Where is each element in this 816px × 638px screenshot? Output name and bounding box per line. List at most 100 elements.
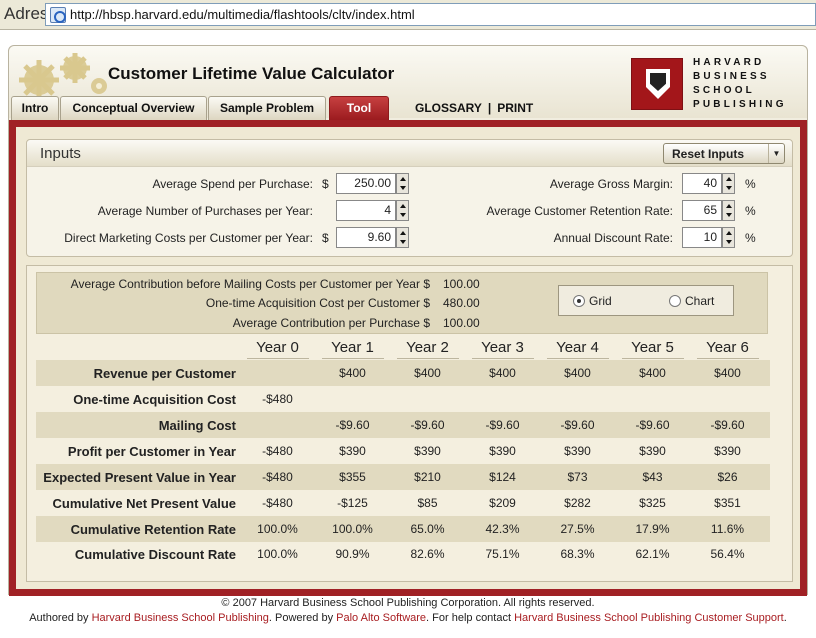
table-cell: $209 <box>489 496 516 510</box>
table-cell: $124 <box>489 470 516 484</box>
tab-intro[interactable]: Intro <box>11 96 59 120</box>
table-cell: $400 <box>414 366 441 380</box>
summary-value: 100.00 <box>443 277 480 291</box>
table-cell: $85 <box>417 496 438 510</box>
row-label: Revenue per Customer <box>93 366 236 381</box>
tab-tool[interactable]: Tool <box>329 96 389 120</box>
year-header: Year 1 <box>331 339 374 356</box>
table-cell: $400 <box>489 366 516 380</box>
gross-margin-field[interactable]: 40 <box>682 173 722 194</box>
table-cell: 100.0% <box>257 522 298 536</box>
table-cell: $390 <box>564 444 591 458</box>
percent-unit: % <box>745 177 756 191</box>
table-cell: -$9.60 <box>485 418 520 432</box>
summary-value: 100.00 <box>443 316 480 330</box>
year-header: Year 2 <box>406 339 449 356</box>
table-cell: $390 <box>639 444 666 458</box>
address-bar: Adres http://hbsp.harvard.edu/multimedia… <box>0 0 816 30</box>
glossary-link[interactable]: GLOSSARY <box>415 101 482 115</box>
inputs-panel: Inputs Reset Inputs ▼ Average Spend per … <box>26 139 793 257</box>
year-header: Year 0 <box>256 339 299 356</box>
table-cell: 82.6% <box>410 547 445 561</box>
table-cell: -$9.60 <box>335 418 370 432</box>
logo-line: PUBLISHING <box>693 99 787 110</box>
table-cell: -$9.60 <box>710 418 745 432</box>
purchases-per-year-field[interactable]: 4 <box>336 200 396 221</box>
header-links: GLOSSARY | PRINT <box>415 101 533 115</box>
table-row: Cumulative Net Present Value -$480 -$125 $8… <box>36 490 770 516</box>
input-row-retention: Average Customer Retention Rate: <box>427 200 673 222</box>
currency-symbol: $ <box>322 231 329 245</box>
discount-stepper-icon[interactable] <box>722 227 735 248</box>
logo-line: HARVARD <box>693 57 765 68</box>
table-cell: $210 <box>414 470 441 484</box>
table-row: Expected Present Value in Year -$480 $355 $… <box>36 464 770 490</box>
table-cell: 65.0% <box>410 522 445 536</box>
table-cell: $400 <box>339 366 366 380</box>
tab-sample-problem[interactable]: Sample Problem <box>208 96 326 120</box>
radio-empty-icon <box>669 295 681 307</box>
chart-radio[interactable]: Chart <box>669 294 714 308</box>
year-header: Year 3 <box>481 339 524 356</box>
marketing-stepper-icon[interactable] <box>396 227 409 248</box>
input-row-discount: Annual Discount Rate: <box>427 227 673 249</box>
table-cell: $390 <box>414 444 441 458</box>
year-underline <box>472 358 534 359</box>
dropdown-arrow-icon[interactable]: ▼ <box>768 144 784 163</box>
table-cell: -$9.60 <box>410 418 445 432</box>
table-row: Mailing Cost -$9.60 -$9.60 -$9.60 -$9.60 -$9.… <box>36 412 770 438</box>
tab-conceptual-overview[interactable]: Conceptual Overview <box>60 96 207 120</box>
table-cell: $26 <box>717 470 738 484</box>
table-cell: 100.0% <box>257 547 298 561</box>
table-cell: -$480 <box>262 496 293 510</box>
discount-rate-field[interactable]: 10 <box>682 227 722 248</box>
table-cell: $400 <box>639 366 666 380</box>
table-cell: 62.1% <box>635 547 670 561</box>
year-header: Year 6 <box>706 339 749 356</box>
reset-inputs-button[interactable]: Reset Inputs ▼ <box>663 143 785 164</box>
year-underline <box>322 358 384 359</box>
url-input[interactable]: http://hbsp.harvard.edu/multimedia/flash… <box>45 3 816 26</box>
row-label: Cumulative Retention Rate <box>70 522 236 537</box>
percent-unit: % <box>745 204 756 218</box>
purchases-stepper-icon[interactable] <box>396 200 409 221</box>
input-row-marketing: Direct Marketing Costs per Customer per … <box>27 227 313 249</box>
table-cell: 27.5% <box>560 522 595 536</box>
year-underline <box>547 358 609 359</box>
retention-rate-field[interactable]: 65 <box>682 200 722 221</box>
table-cell: -$125 <box>337 496 368 510</box>
marketing-costs-field[interactable]: 9.60 <box>336 227 396 248</box>
table-cell: 17.9% <box>635 522 670 536</box>
summary-line: One-time Acquisition Cost per Customer $ <box>37 294 430 312</box>
author-link[interactable]: Harvard Business School Publishing <box>92 612 269 624</box>
spend-stepper-icon[interactable] <box>396 173 409 194</box>
row-label: Profit per Customer in Year <box>67 444 236 459</box>
support-link[interactable]: Harvard Business School Publishing Custo… <box>514 612 784 624</box>
table-cell: $390 <box>489 444 516 458</box>
row-label: Mailing Cost <box>158 418 236 433</box>
print-link[interactable]: PRINT <box>497 101 533 115</box>
hbs-wordmark: HARVARD BUSINESS SCHOOL PUBLISHING <box>693 56 787 112</box>
powered-by-link[interactable]: Palo Alto Software <box>336 612 426 624</box>
spend-per-purchase-field[interactable]: 250.00 <box>336 173 396 194</box>
table-cell: 42.3% <box>485 522 520 536</box>
table-row: One-time Acquisition Cost -$480 <box>36 386 770 412</box>
inputs-header: Inputs Reset Inputs ▼ <box>27 140 792 167</box>
year-underline <box>397 358 459 359</box>
app-header: Customer Lifetime Value Calculator Intro… <box>9 46 807 120</box>
address-label: Adres <box>4 4 49 23</box>
margin-stepper-icon[interactable] <box>722 173 735 194</box>
gears-icon <box>19 53 107 96</box>
copyright-text: © 2007 Harvard Business School Publishin… <box>221 597 595 609</box>
retention-stepper-icon[interactable] <box>722 200 735 221</box>
hbs-shield-icon <box>631 58 683 110</box>
page-icon <box>50 7 66 23</box>
input-label: Average Number of Purchases per Year: <box>97 204 313 218</box>
table-cell: -$480 <box>262 470 293 484</box>
tool-panel: Inputs Reset Inputs ▼ Average Spend per … <box>16 127 800 589</box>
grid-radio[interactable]: Grid <box>573 294 612 308</box>
results-panel: Average Contribution before Mailing Cost… <box>26 265 793 582</box>
year-header: Year 4 <box>556 339 599 356</box>
table-row: Cumulative Retention Rate 100.0% 100.0% 65.… <box>36 516 770 542</box>
table-row: Profit per Customer in Year -$480 $390 $390… <box>36 438 770 464</box>
